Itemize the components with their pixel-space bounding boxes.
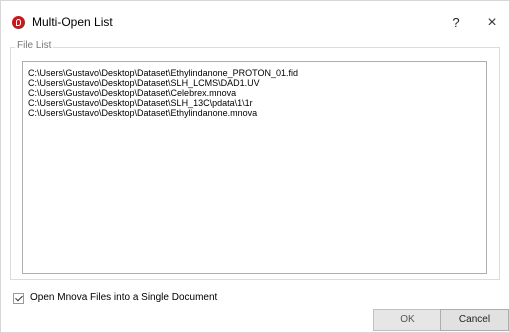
single-document-checkbox[interactable] <box>13 293 24 304</box>
file-list-item[interactable]: C:\Users\Gustavo\Desktop\Dataset\Ethylin… <box>23 108 298 118</box>
close-button[interactable]: × <box>479 12 505 34</box>
single-document-label[interactable]: Open Mnova Files into a Single Document <box>30 292 217 303</box>
file-list-item[interactable]: C:\Users\Gustavo\Desktop\Dataset\SLH_LCM… <box>23 78 298 88</box>
file-list-item[interactable]: C:\Users\Gustavo\Desktop\Dataset\SLH_13C… <box>23 98 298 108</box>
cancel-button[interactable]: Cancel <box>440 309 509 331</box>
file-list-item[interactable]: C:\Users\Gustavo\Desktop\Dataset\Ethylin… <box>23 68 298 78</box>
title-bar: Multi-Open List ? × <box>1 1 509 41</box>
file-list-box[interactable]: C:\Users\Gustavo\Desktop\Dataset\Ethylin… <box>22 61 487 274</box>
help-button[interactable]: ? <box>443 12 469 34</box>
dialog-title: Multi-Open List <box>32 15 113 29</box>
mnova-app-icon <box>12 16 25 29</box>
file-list-group-label: File List <box>15 40 54 51</box>
file-list-item[interactable]: C:\Users\Gustavo\Desktop\Dataset\Celebre… <box>23 88 298 98</box>
ok-button[interactable]: OK <box>373 309 442 331</box>
